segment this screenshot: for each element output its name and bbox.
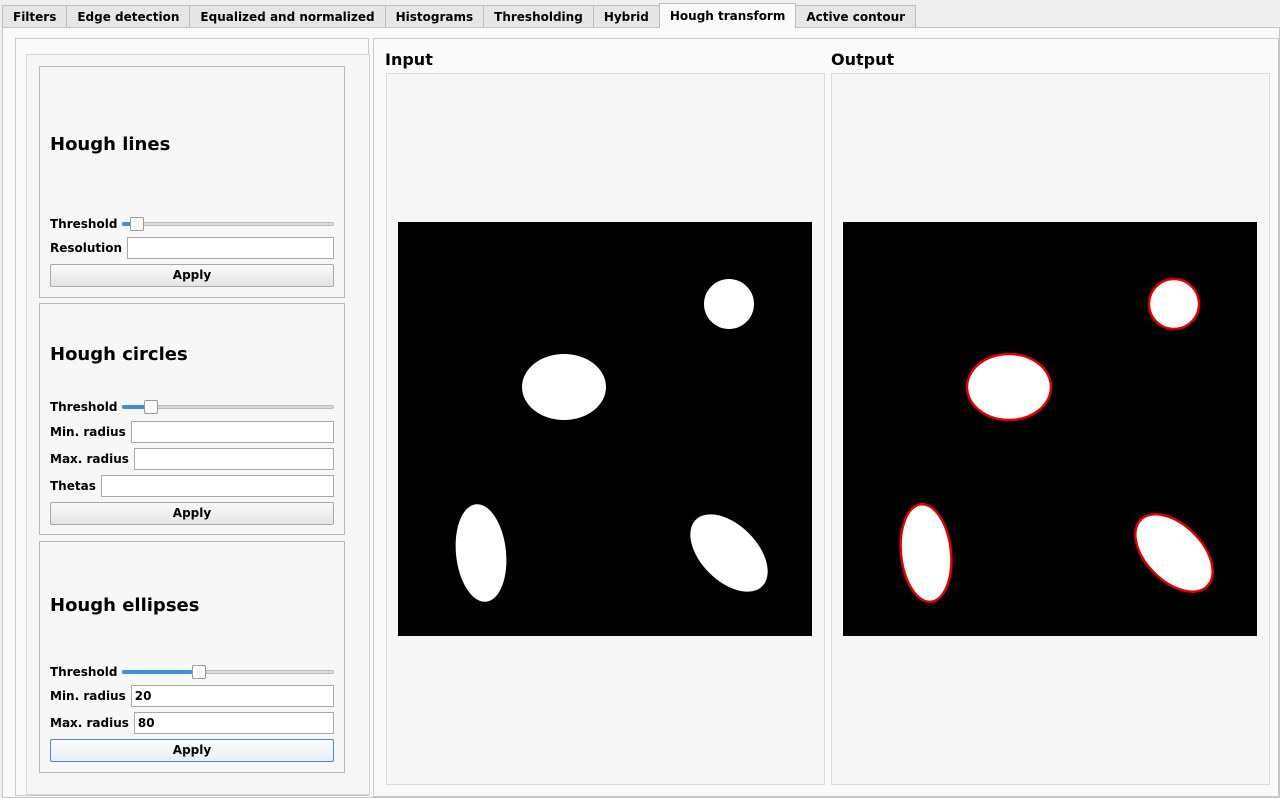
hough-circles-threshold-slider[interactable]	[122, 400, 334, 414]
tab-hough-transform[interactable]: Hough transform	[658, 3, 797, 28]
hough-circles-min-radius-input[interactable]	[130, 421, 334, 443]
hough-ellipses-max-radius-row: Max. radius	[50, 712, 334, 734]
controls-scroll-area: Hough lines Threshold Resolution Apply H…	[26, 54, 370, 795]
output-shape-ellipse-horizontal	[965, 352, 1053, 422]
hough-lines-resolution-row: Resolution	[50, 237, 334, 259]
slider-handle[interactable]	[191, 665, 206, 679]
tab-edge-detection[interactable]: Edge detection	[66, 5, 191, 28]
hough-ellipses-min-radius-input[interactable]	[130, 685, 334, 707]
tab-hybrid[interactable]: Hybrid	[592, 5, 660, 28]
input-image	[398, 222, 812, 636]
hough-ellipses-min-radius-label: Min. radius	[50, 689, 126, 703]
output-image	[843, 222, 1257, 636]
hough-ellipses-threshold-slider[interactable]	[122, 665, 334, 679]
hough-circles-title: Hough circles	[50, 344, 188, 365]
hough-lines-title: Hough lines	[50, 134, 171, 155]
hough-circles-thetas-row: Thetas	[50, 475, 334, 497]
hough-ellipses-group: Hough ellipses Threshold Min. radius Max…	[39, 541, 345, 773]
hough-circles-thetas-input[interactable]	[100, 475, 334, 497]
tab-equalized-normalized[interactable]: Equalized and normalized	[189, 5, 386, 28]
hough-lines-resolution-input[interactable]	[127, 237, 334, 259]
controls-panel: Hough lines Threshold Resolution Apply H…	[15, 38, 370, 796]
tab-thresholding[interactable]: Thresholding	[483, 5, 594, 28]
hough-ellipses-title: Hough ellipses	[50, 595, 200, 616]
output-image-frame	[831, 73, 1270, 785]
hough-lines-threshold-row: Threshold	[50, 213, 334, 235]
output-label: Output	[831, 50, 895, 69]
hough-circles-group: Hough circles Threshold Min. radius Max.…	[39, 303, 345, 535]
hough-ellipses-threshold-label: Threshold	[50, 665, 118, 679]
hough-ellipses-threshold-row: Threshold	[50, 661, 334, 683]
input-label: Input	[385, 50, 433, 69]
hough-ellipses-max-radius-label: Max. radius	[50, 716, 129, 730]
hough-circles-max-radius-label: Max. radius	[50, 452, 129, 466]
hough-lines-group: Hough lines Threshold Resolution Apply	[39, 66, 345, 298]
tab-histograms[interactable]: Histograms	[384, 5, 485, 28]
slider-handle[interactable]	[144, 400, 159, 414]
input-image-canvas	[398, 222, 812, 636]
input-shape-ellipse-horizontal	[522, 354, 606, 420]
input-shape-circle	[704, 279, 754, 329]
hough-circles-threshold-label: Threshold	[50, 400, 118, 414]
tab-active-contour[interactable]: Active contour	[795, 5, 917, 28]
hough-lines-threshold-label: Threshold	[50, 217, 118, 231]
slider-handle[interactable]	[130, 217, 145, 231]
hough-circles-apply-button[interactable]: Apply	[50, 502, 334, 525]
tab-pane-hough-transform: Hough lines Threshold Resolution Apply H…	[2, 27, 1280, 798]
hough-lines-apply-button[interactable]: Apply	[50, 264, 334, 287]
output-shape-circle	[1147, 277, 1201, 331]
hough-ellipses-min-radius-row: Min. radius	[50, 685, 334, 707]
tab-bar: Filters Edge detection Equalized and nor…	[2, 3, 917, 28]
hough-circles-thetas-label: Thetas	[50, 479, 96, 493]
hough-circles-min-radius-row: Min. radius	[50, 421, 334, 443]
hough-circles-max-radius-row: Max. radius	[50, 448, 334, 470]
input-image-frame	[386, 73, 825, 785]
hough-circles-threshold-row: Threshold	[50, 396, 334, 418]
hough-ellipses-apply-button[interactable]: Apply	[50, 739, 334, 762]
images-panel: Input Output	[373, 38, 1279, 797]
hough-circles-min-radius-label: Min. radius	[50, 425, 126, 439]
hough-lines-threshold-slider[interactable]	[122, 217, 334, 231]
hough-lines-resolution-label: Resolution	[50, 241, 123, 255]
output-image-canvas	[843, 222, 1257, 636]
tab-filters[interactable]: Filters	[2, 5, 68, 28]
hough-circles-max-radius-input[interactable]	[133, 448, 334, 470]
hough-ellipses-max-radius-input[interactable]	[133, 712, 334, 734]
